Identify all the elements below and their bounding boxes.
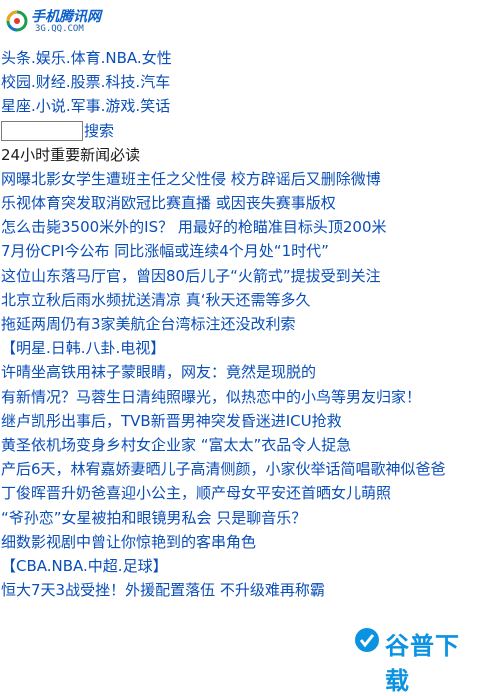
news-list-main: 网曝北影女学生遭班主任之父性侵 校方辟谣后又删除微博 乐视体育突发取消欧冠比赛直播…: [1, 167, 481, 336]
news-headline-link[interactable]: 许晴坐高铁用袜子蒙眼睛，网友：竟然是现脱的: [1, 360, 481, 384]
news-headline-link[interactable]: 怎么击毙3500米外的IS？ 用最好的枪瞄准目标头顶200米: [1, 215, 481, 239]
news-headline-link[interactable]: 北京立秋后雨水频扰送清凉 真‘秋天还需等多久: [1, 288, 481, 312]
nav-link[interactable]: 女性: [142, 49, 172, 67]
nav-link[interactable]: 笑话: [140, 97, 170, 115]
channel-nav: 头条.娱乐.体育.NBA.女性 校园.财经.股票.科技.汽车 星座.小说.军事.游戏…: [1, 46, 481, 119]
nav-link[interactable]: 股票: [71, 73, 101, 91]
nav-link[interactable]: 汽车: [140, 73, 170, 91]
watermark-logo-icon: [355, 628, 379, 652]
search-input[interactable]: [1, 120, 83, 141]
news-headline-link[interactable]: 这位山东落马厅官，曾因80后儿子“火箭式”提拔受到关注: [1, 264, 481, 288]
channel-nav-row: 星座.小说.军事.游戏.笑话: [1, 94, 481, 118]
search-bar: 搜索: [1, 119, 481, 143]
section-link-sport[interactable]: 【CBA.NBA.中超.足球】: [1, 554, 481, 578]
nav-link[interactable]: 校园: [1, 73, 31, 91]
nav-link[interactable]: 军事: [71, 97, 101, 115]
news-headline-link[interactable]: 7月份CPI今公布 同比涨幅或连续4个月处“1时代”: [1, 239, 481, 263]
nav-link[interactable]: 财经: [36, 73, 66, 91]
news-headline-link[interactable]: 有新情况？马蓉生日清纯照曝光，似热恋中的小鸟等男友归家！: [1, 385, 481, 409]
nav-link[interactable]: 娱乐: [36, 49, 66, 67]
logo-title: 手机腾讯网: [31, 9, 101, 25]
channel-nav-row: 头条.娱乐.体育.NBA.女性: [1, 46, 481, 70]
site-logo[interactable]: 手机腾讯网 3G.QQ.COM: [1, 2, 481, 46]
watermark-text: 谷普下载: [385, 632, 460, 695]
news-headline-link[interactable]: 继卢凯彤出事后，TVB新晋男神突发昏迷进ICU抢救: [1, 409, 481, 433]
news-list-sport: 恒大7天3战受挫！外援配置落伍 不升级难再称霸: [1, 578, 481, 602]
news-headline-link[interactable]: 乐视体育突发取消欧冠比赛直播 或因丧失赛事版权: [1, 191, 481, 215]
watermark: 谷普下载: [351, 620, 481, 695]
search-button[interactable]: 搜索: [84, 120, 114, 141]
nav-link[interactable]: 小说: [36, 97, 66, 115]
news-list-ent: 许晴坐高铁用袜子蒙眼睛，网友：竟然是现脱的 有新情况？马蓉生日清纯照曝光，似热恋中…: [1, 360, 481, 554]
nav-link[interactable]: 星座: [1, 97, 31, 115]
section-title-main: 24小时重要新闻必读: [1, 145, 141, 164]
nav-link[interactable]: 体育: [71, 49, 101, 67]
nav-link[interactable]: NBA: [105, 49, 137, 67]
channel-nav-row: 校园.财经.股票.科技.汽车: [1, 70, 481, 94]
logo-swirl-icon: [6, 10, 28, 32]
news-headline-link[interactable]: 恒大7天3战受挫！外援配置落伍 不升级难再称霸: [1, 578, 481, 602]
news-headline-link[interactable]: 细数影视剧中曾让你惊艳到的客串角色: [1, 530, 481, 554]
news-headline-link[interactable]: 产后6天，林宥嘉娇妻晒儿子高清侧颜，小家伙举话简唱歌神似爸爸: [1, 457, 481, 481]
news-headline-link[interactable]: 网曝北影女学生遭班主任之父性侵 校方辟谣后又删除微博: [1, 167, 481, 191]
nav-link[interactable]: 头条: [1, 49, 31, 67]
page: 手机腾讯网 3G.QQ.COM 头条.娱乐.体育.NBA.女性 校园.财经.股票.…: [0, 0, 481, 602]
news-headline-link[interactable]: 黄圣依机场变身乡村女企业家 “富太太”衣品令人捉急: [1, 433, 481, 457]
nav-link[interactable]: 科技: [105, 73, 135, 91]
news-headline-link[interactable]: 拖延两周仍有3家美航企台湾标注还没改利索: [1, 312, 481, 336]
news-headline-link[interactable]: “爷孙恋”女星被拍和眼镜男私会 只是聊音乐？: [1, 506, 481, 530]
news-headline-link[interactable]: 丁俊晖晋升奶爸喜迎小公主，顺产母女平安还首晒女儿萌照: [1, 481, 481, 505]
nav-link[interactable]: 游戏: [105, 97, 135, 115]
section-link-ent[interactable]: 【明星.日韩.八卦.电视】: [1, 336, 481, 360]
logo-url: 3G.QQ.COM: [35, 24, 84, 34]
